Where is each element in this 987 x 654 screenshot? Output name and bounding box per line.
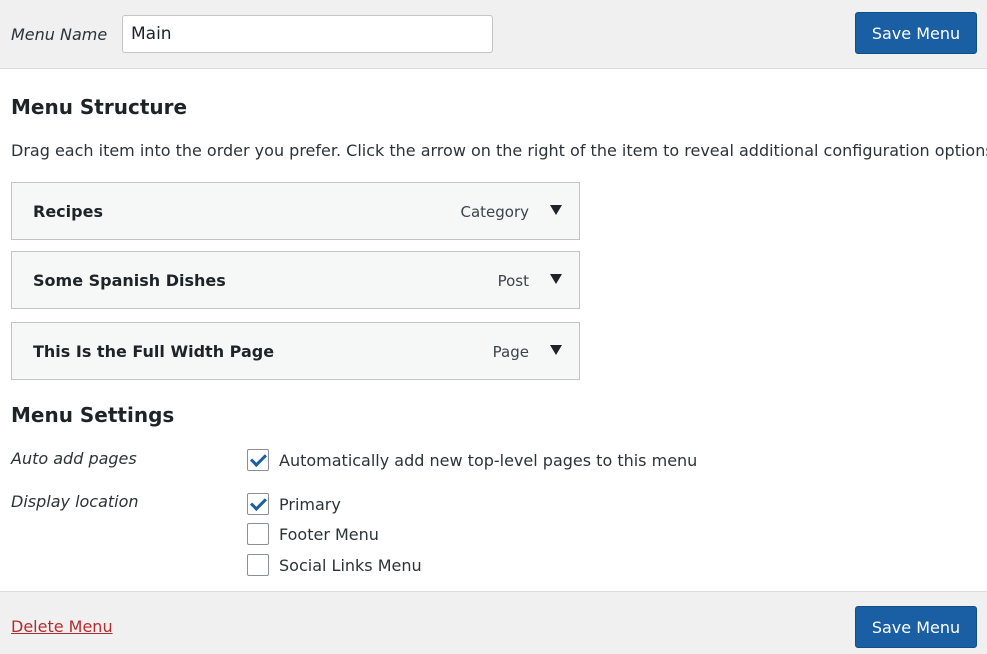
- location-footer-label: Footer Menu: [279, 524, 379, 544]
- menu-item-type: Category: [460, 203, 529, 221]
- save-menu-button-bottom[interactable]: Save Menu: [855, 606, 977, 648]
- location-footer-checkbox[interactable]: [247, 523, 269, 545]
- save-menu-button-top[interactable]: Save Menu: [855, 12, 977, 54]
- location-primary-label: Primary: [279, 494, 341, 514]
- menu-item-type: Page: [492, 343, 529, 361]
- location-primary-checkbox[interactable]: [247, 493, 269, 515]
- menu-item-title: Recipes: [33, 202, 103, 221]
- menu-item-title: Some Spanish Dishes: [33, 271, 226, 290]
- menu-item-full-width-page[interactable]: This Is the Full Width Page Page: [11, 322, 580, 380]
- caret-down-icon[interactable]: [545, 199, 567, 221]
- menu-settings-title: Menu Settings: [11, 403, 175, 427]
- location-social-checkbox[interactable]: [247, 554, 269, 576]
- location-social-option[interactable]: Social Links Menu: [247, 553, 422, 577]
- auto-add-pages-checkbox[interactable]: [247, 449, 269, 471]
- menu-item-type: Post: [497, 272, 529, 290]
- location-social-label: Social Links Menu: [279, 555, 422, 575]
- menu-item-some-spanish-dishes[interactable]: Some Spanish Dishes Post: [11, 251, 580, 309]
- menu-name-label: Menu Name: [11, 25, 108, 44]
- auto-add-pages-option-label: Automatically add new top-level pages to…: [279, 450, 698, 470]
- menu-item-recipes[interactable]: Recipes Category: [11, 182, 580, 240]
- menu-structure-title: Menu Structure: [11, 95, 188, 119]
- location-primary-option[interactable]: Primary: [247, 492, 341, 516]
- delete-menu-link[interactable]: Delete Menu: [11, 617, 113, 636]
- auto-add-pages-label: Auto add pages: [11, 449, 137, 468]
- menu-name-input[interactable]: [122, 15, 493, 53]
- location-footer-option[interactable]: Footer Menu: [247, 522, 379, 546]
- menu-footer-bar: [0, 591, 987, 654]
- caret-down-icon[interactable]: [545, 268, 567, 290]
- auto-add-pages-option[interactable]: Automatically add new top-level pages to…: [247, 448, 697, 472]
- caret-down-icon[interactable]: [545, 339, 567, 361]
- menu-item-title: This Is the Full Width Page: [33, 342, 275, 361]
- display-location-label: Display location: [11, 492, 139, 511]
- menu-structure-instructions: Drag each item into the order you prefer…: [11, 141, 987, 160]
